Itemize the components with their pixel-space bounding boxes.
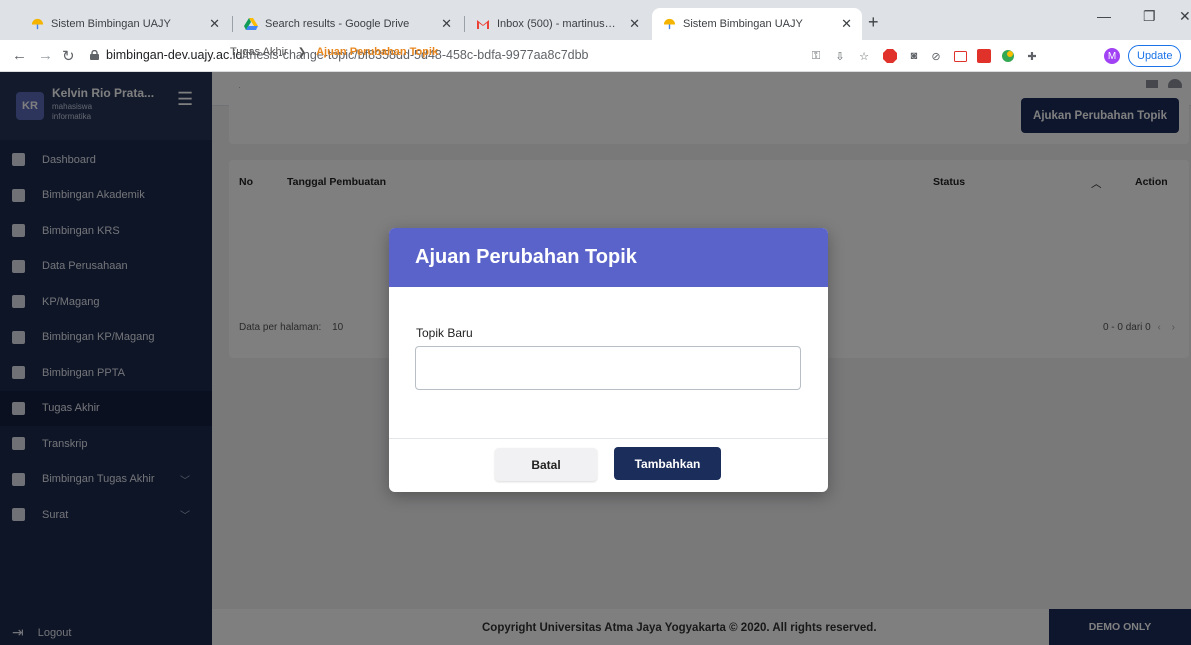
cancel-button[interactable]: Batal (495, 448, 597, 481)
adblock-icon[interactable] (882, 48, 898, 64)
new-tab-icon[interactable]: + (868, 12, 879, 33)
extension-globe-icon[interactable] (1000, 48, 1016, 64)
key-icon[interactable]: ⚿ (808, 48, 824, 64)
camera-icon[interactable]: ◙ (906, 48, 922, 64)
change-topic-modal: Ajuan Perubahan Topik Topik Baru Batal T… (389, 228, 828, 492)
submit-button[interactable]: Tambahkan (614, 447, 721, 480)
tab-title: Search results - Google Drive (265, 18, 410, 30)
puzzle-icon[interactable]: ✚ (1024, 48, 1040, 64)
block-icon[interactable]: ⊘ (928, 48, 944, 64)
breadcrumb: Tugas Akhir ❯ Ajuan Perubahan Topik (230, 46, 438, 58)
minimize-icon[interactable]: — (1097, 8, 1111, 24)
reload-icon[interactable]: ↻ (62, 47, 75, 65)
close-icon[interactable]: ✕ (629, 16, 640, 32)
gmail-favicon-icon (476, 17, 490, 31)
back-icon[interactable]: ← (12, 47, 27, 64)
address-bar: ← → ↻ bimbingan-dev.uajy.ac.id/thesis-ch… (0, 40, 1191, 72)
install-icon[interactable]: ⇩ (832, 48, 848, 64)
modal-title: Ajuan Perubahan Topik (415, 246, 637, 268)
browser-tab[interactable]: Search results - Google Drive ✕ (234, 8, 462, 40)
url-host: bimbingan-dev.uajy.ac.id (106, 48, 243, 62)
tab-separator (232, 16, 233, 32)
update-button[interactable]: Update (1128, 45, 1182, 67)
umbrella-favicon-icon (30, 17, 44, 31)
tab-title: Inbox (500) - martinusmaslim122 (497, 18, 621, 30)
browser-tab[interactable]: Inbox (500) - martinusmaslim122 ✕ (466, 8, 650, 40)
modal-divider (389, 438, 828, 439)
breadcrumb-current: Ajuan Perubahan Topik (316, 46, 439, 58)
close-icon[interactable]: ✕ (209, 16, 220, 32)
tab-title: Sistem Bimbingan UAJY (683, 18, 803, 30)
lock-icon (90, 50, 99, 60)
chevron-right-icon: ❯ (297, 46, 307, 58)
star-icon[interactable]: ☆ (856, 48, 872, 64)
topik-baru-input[interactable] (415, 346, 801, 390)
browser-tab-bar: Sistem Bimbingan UAJY ✕ Search results -… (0, 0, 1191, 40)
forward-icon[interactable]: → (38, 47, 53, 64)
tab-separator (464, 16, 465, 32)
pdf-icon[interactable] (976, 48, 992, 64)
cast-icon[interactable] (952, 48, 968, 64)
close-icon[interactable]: ✕ (441, 16, 452, 32)
window-close-icon[interactable]: ✕ (1179, 8, 1191, 25)
umbrella-favicon-icon (662, 17, 676, 31)
restore-icon[interactable]: ❐ (1143, 8, 1156, 25)
google-drive-favicon-icon (244, 17, 258, 31)
topik-baru-label: Topik Baru (416, 326, 473, 340)
browser-tab[interactable]: Sistem Bimbingan UAJY ✕ (20, 8, 230, 40)
close-icon[interactable]: ✕ (841, 16, 852, 32)
tab-title: Sistem Bimbingan UAJY (51, 18, 171, 30)
profile-avatar[interactable]: M (1104, 48, 1120, 64)
breadcrumb-parent[interactable]: Tugas Akhir (230, 46, 288, 58)
browser-tab-active[interactable]: Sistem Bimbingan UAJY ✕ (652, 8, 862, 40)
modal-header: Ajuan Perubahan Topik (389, 228, 828, 287)
